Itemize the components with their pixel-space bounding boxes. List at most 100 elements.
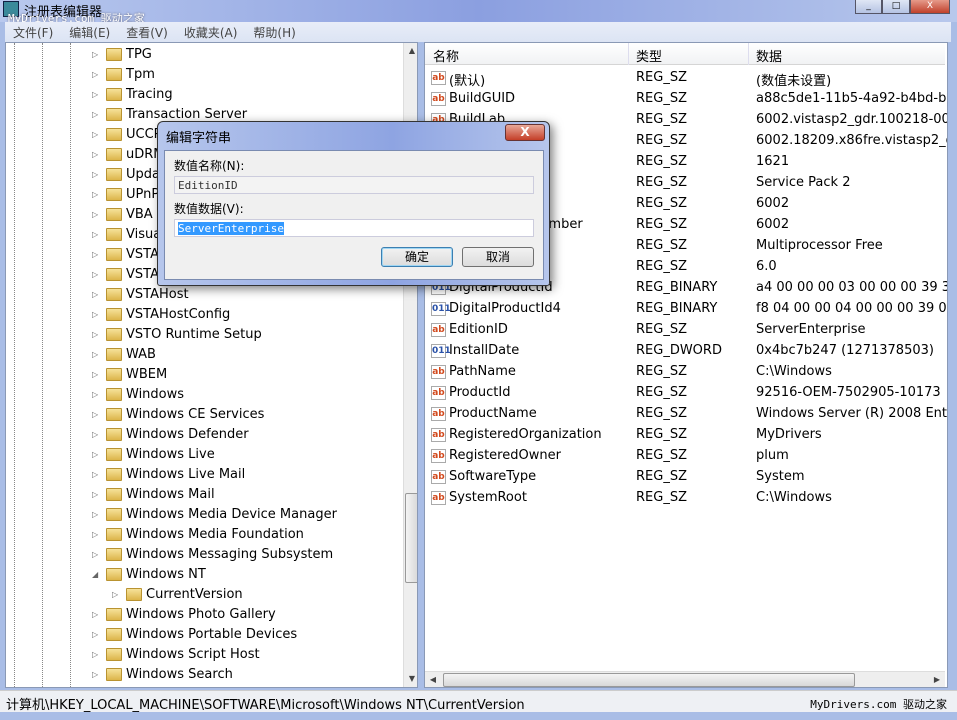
expand-arrow-icon[interactable]: ▷ (92, 310, 102, 319)
expand-arrow-icon[interactable]: ▷ (92, 270, 102, 279)
tree-item[interactable]: ▷ Windows Messaging Subsystem (92, 544, 333, 564)
list-row[interactable]: ab (默认) REG_SZ (数值未设置) (425, 68, 945, 89)
close-button[interactable]: X (910, 0, 950, 14)
menu-edit[interactable]: 编辑(E) (61, 22, 118, 42)
ok-button[interactable]: 确定 (381, 247, 453, 267)
tree-item[interactable]: ▷ UPnP (92, 184, 159, 204)
scroll-thumb[interactable] (405, 493, 417, 583)
list-row[interactable]: 011 DigitalProductId4 REG_BINARY f8 04 00 0… (425, 299, 947, 320)
tree-item[interactable]: ◢ Windows NT (92, 564, 206, 584)
expand-arrow-icon[interactable]: ▷ (92, 110, 102, 119)
minimize-button[interactable]: _ (855, 0, 882, 14)
tree-item[interactable]: ▷ WAB (92, 344, 156, 364)
list-row[interactable]: 011 InstallDate REG_DWORD 0x4bc7b247 (12713… (425, 341, 945, 362)
dialog-close-button[interactable]: X (505, 124, 545, 141)
expand-arrow-icon[interactable]: ▷ (92, 450, 102, 459)
scroll-left-arrow-icon[interactable]: ◀ (425, 672, 441, 687)
list-row[interactable]: ab BuildGUID REG_SZ a88c5de1-11b5-4a92-b4bd… (425, 89, 947, 110)
tree-item[interactable]: ▷ WBEM (92, 364, 167, 384)
tree-item[interactable]: ▷ VSTA (92, 244, 159, 264)
tree-item[interactable]: ▷ VSTAHost (92, 284, 189, 304)
tree-item[interactable]: ▷ Windows Search (92, 664, 233, 684)
tree-item[interactable]: ▷ Windows Portable Devices (92, 624, 297, 644)
maximize-button[interactable]: □ (882, 0, 910, 14)
tree-item[interactable]: ▷ Windows Script Host (92, 644, 260, 664)
value-type: REG_SZ (636, 70, 687, 85)
expand-arrow-icon[interactable]: ▷ (92, 150, 102, 159)
expand-arrow-icon[interactable]: ▷ (92, 190, 102, 199)
list-row[interactable]: ab ProductName REG_SZ Windows Server (R) 20… (425, 404, 947, 425)
expand-arrow-icon[interactable]: ▷ (92, 530, 102, 539)
column-divider[interactable] (748, 43, 749, 65)
list-row[interactable]: ab EditionID REG_SZ ServerEnterprise (425, 320, 945, 341)
expand-arrow-icon[interactable]: ▷ (92, 50, 102, 59)
menu-file[interactable]: 文件(F) (5, 22, 61, 42)
column-header-data[interactable]: 数据 (756, 46, 782, 65)
tree-item[interactable]: ▷ VSTAHostConfig (92, 304, 230, 324)
tree-item[interactable]: ▷ VBA (92, 204, 153, 224)
expand-arrow-icon[interactable]: ▷ (92, 230, 102, 239)
scroll-down-arrow-icon[interactable]: ▼ (404, 671, 417, 687)
tree-item[interactable]: ▷ uDRM (92, 144, 165, 164)
list-row[interactable]: ab ProductId REG_SZ 92516-OEM-7502905-10173 (425, 383, 945, 404)
expand-arrow-icon[interactable]: ▷ (92, 410, 102, 419)
expand-arrow-icon[interactable]: ▷ (92, 170, 102, 179)
expand-arrow-icon[interactable]: ▷ (92, 250, 102, 259)
tree-item[interactable]: ▷ Upda (92, 164, 160, 184)
tree-item[interactable]: ▷ CurrentVersion (112, 584, 243, 604)
list-row[interactable]: ab SystemRoot REG_SZ C:\Windows (425, 488, 945, 509)
expand-arrow-icon[interactable]: ▷ (92, 510, 102, 519)
expand-arrow-icon[interactable]: ▷ (92, 430, 102, 439)
list-row[interactable]: ab RegisteredOwner REG_SZ plum (425, 446, 945, 467)
column-divider[interactable] (628, 43, 629, 65)
expand-arrow-icon[interactable]: ▷ (92, 290, 102, 299)
expand-arrow-icon[interactable]: ▷ (92, 210, 102, 219)
column-header-name[interactable]: 名称 (433, 46, 459, 65)
menu-help[interactable]: 帮助(H) (245, 22, 303, 42)
expand-arrow-icon[interactable]: ▷ (92, 130, 102, 139)
expand-arrow-icon[interactable]: ▷ (92, 670, 102, 679)
expand-arrow-icon[interactable]: ▷ (92, 470, 102, 479)
tree-item[interactable]: ▷ Windows Live (92, 444, 215, 464)
tree-item[interactable]: ▷ Windows Defender (92, 424, 249, 444)
expand-arrow-icon[interactable]: ▷ (112, 590, 122, 599)
expand-arrow-icon[interactable]: ▷ (92, 650, 102, 659)
expand-arrow-icon[interactable]: ▷ (92, 390, 102, 399)
tree-item[interactable]: ▷ VSTO Runtime Setup (92, 324, 262, 344)
expand-arrow-icon[interactable]: ▷ (92, 70, 102, 79)
scroll-right-arrow-icon[interactable]: ▶ (929, 672, 945, 687)
scroll-up-arrow-icon[interactable]: ▲ (404, 43, 417, 59)
expand-arrow-icon[interactable]: ▷ (92, 370, 102, 379)
tree-item[interactable]: ▷ Visual (92, 224, 165, 244)
menu-favorites[interactable]: 收藏夹(A) (176, 22, 246, 42)
tree-item[interactable]: ▷ Windows Mail (92, 484, 215, 504)
expand-arrow-icon[interactable]: ▷ (92, 350, 102, 359)
collapse-arrow-icon[interactable]: ◢ (92, 570, 102, 579)
tree-item[interactable]: ▷ VSTA (92, 264, 159, 284)
tree-item[interactable]: ▷ Windows Media Device Manager (92, 504, 337, 524)
expand-arrow-icon[interactable]: ▷ (92, 90, 102, 99)
menu-view[interactable]: 查看(V) (118, 22, 176, 42)
list-row[interactable]: ab RegisteredOrganization REG_SZ MyDrivers (425, 425, 945, 446)
tree-item[interactable]: ▷ TPG (92, 44, 152, 64)
tree-item[interactable]: ▷ Tpm (92, 64, 155, 84)
tree-item[interactable]: ▷ UCCP (92, 124, 162, 144)
expand-arrow-icon[interactable]: ▷ (92, 610, 102, 619)
value-data-input[interactable]: ServerEnterprise (174, 219, 534, 237)
expand-arrow-icon[interactable]: ▷ (92, 630, 102, 639)
list-horizontal-scrollbar[interactable]: ◀ ▶ (425, 671, 945, 687)
cancel-button[interactable]: 取消 (462, 247, 534, 267)
tree-item[interactable]: ▷ Windows Photo Gallery (92, 604, 276, 624)
column-header-type[interactable]: 类型 (636, 46, 662, 65)
tree-item[interactable]: ▷ Windows Live Mail (92, 464, 245, 484)
expand-arrow-icon[interactable]: ▷ (92, 490, 102, 499)
list-row[interactable]: ab PathName REG_SZ C:\Windows (425, 362, 945, 383)
tree-item[interactable]: ▷ Windows Media Foundation (92, 524, 304, 544)
scroll-thumb[interactable] (443, 673, 855, 687)
tree-item[interactable]: ▷ Windows (92, 384, 184, 404)
list-row[interactable]: ab SoftwareType REG_SZ System (425, 467, 945, 488)
expand-arrow-icon[interactable]: ▷ (92, 330, 102, 339)
tree-item[interactable]: ▷ Windows CE Services (92, 404, 264, 424)
tree-item[interactable]: ▷ Tracing (92, 84, 173, 104)
expand-arrow-icon[interactable]: ▷ (92, 550, 102, 559)
